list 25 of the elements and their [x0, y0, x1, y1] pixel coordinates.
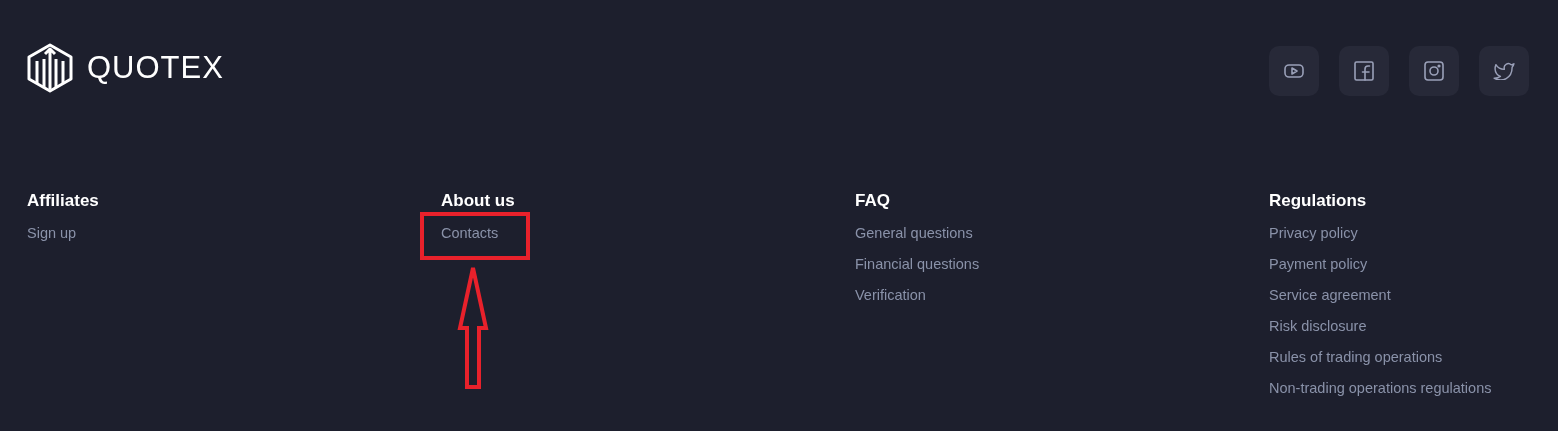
footer-link[interactable]: General questions [855, 225, 973, 241]
footer-link[interactable]: Financial questions [855, 256, 980, 272]
column-heading: Affiliates [27, 191, 100, 211]
social-button[interactable] [1269, 46, 1319, 96]
social-button[interactable] [1339, 46, 1389, 96]
footer-link[interactable]: Rules of trading operations [1269, 349, 1443, 365]
instagram-icon [1424, 61, 1444, 81]
facebook-icon [1354, 61, 1374, 81]
logo-icon [27, 43, 73, 93]
bird-icon [1493, 62, 1515, 80]
social-button[interactable] [1479, 46, 1529, 96]
column-heading: Regulations [1269, 191, 1368, 211]
footer-link[interactable]: Verification [855, 287, 926, 303]
footer-link[interactable]: Sign up [27, 225, 77, 241]
footer-link[interactable]: Contacts [441, 225, 499, 241]
footer-link[interactable]: Payment policy [1269, 256, 1368, 272]
column-heading: About us [441, 191, 516, 211]
social-button[interactable] [1409, 46, 1459, 96]
footer-link[interactable]: Non-trading operations regulations [1269, 380, 1492, 396]
footer-link[interactable]: Service agreement [1269, 287, 1391, 303]
footer-link[interactable]: Risk disclosure [1269, 318, 1367, 334]
column-heading: FAQ [855, 191, 891, 211]
brand-name: QUOTEX [87, 50, 224, 86]
footer-link[interactable]: Privacy policy [1269, 225, 1358, 241]
video-play-icon [1284, 63, 1304, 79]
